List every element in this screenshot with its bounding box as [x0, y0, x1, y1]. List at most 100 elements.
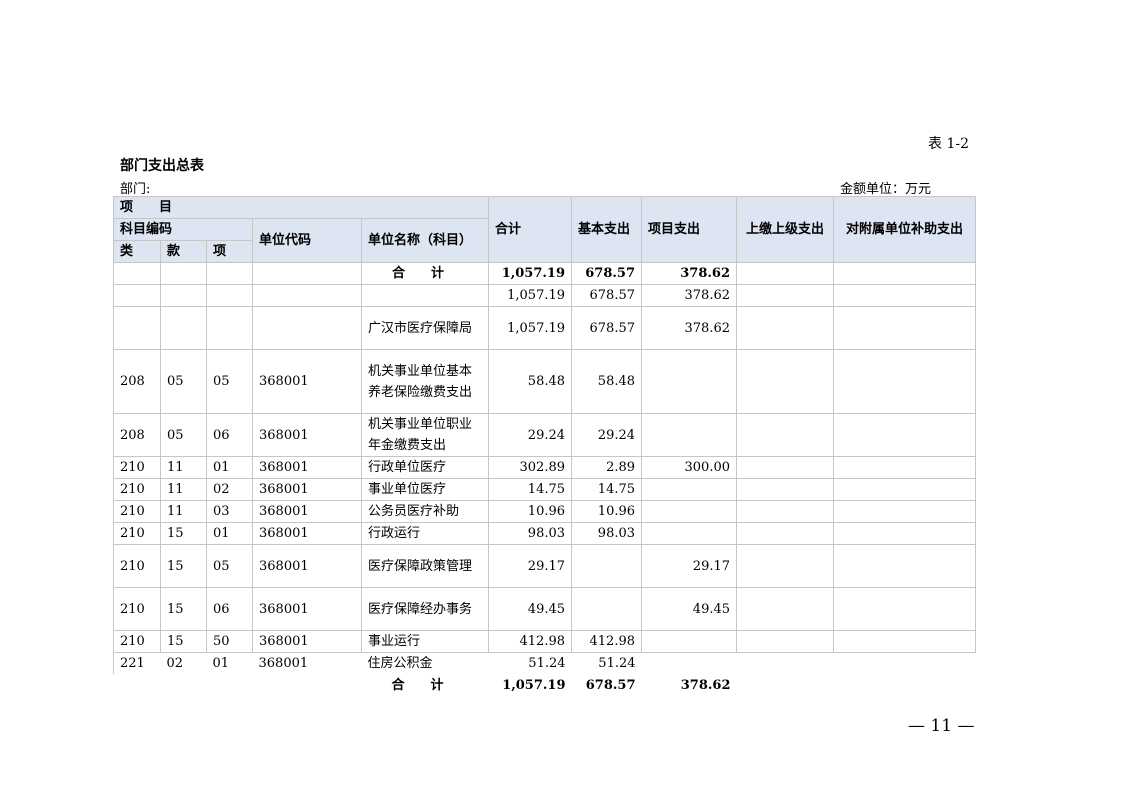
upper-cell: [736, 522, 835, 545]
total-cell: 1,057.19: [488, 306, 573, 350]
xiang-cell: 05: [206, 544, 253, 588]
header-total: 合计: [488, 196, 573, 263]
kuan-cell: 11: [160, 456, 207, 479]
total-cell: 10.96: [488, 500, 573, 523]
expenditure-table: 项 目 合计 基本支出 项目支出 上缴上级支出 对附属单位补助支出 科目编码 单…: [112, 196, 977, 696]
unit-name-cell: 行政单位医疗: [360, 456, 490, 479]
table-row: 210 11 03 368001 公务员医疗补助 10.96 10.96: [113, 500, 977, 523]
table-row: 208 05 05 368001 机关事业单位基本养老保险缴费支出 58.48 58.48: [113, 349, 977, 414]
document-title: 部门支出总表: [120, 158, 204, 174]
subsidy-cell: [833, 522, 977, 545]
subsidy-cell: [833, 630, 977, 653]
unit-name-cell: 住房公积金: [367, 656, 433, 671]
lei-cell: 210: [113, 544, 161, 588]
lei-cell: 208: [113, 349, 161, 414]
table-row: 208 05 06 368001 机关事业单位职业年金缴费支出 29.24 29.24: [113, 413, 977, 457]
lei-cell: 210: [113, 522, 161, 545]
kuan-cell: 05: [160, 413, 207, 457]
upper-cell: [736, 306, 835, 350]
total-cell: 98.03: [488, 522, 573, 545]
kuan-cell: 11: [160, 478, 207, 501]
proj-cell: [641, 500, 738, 523]
proj-cell: 29.17: [641, 544, 738, 588]
footer-basic: 678.57: [585, 677, 636, 693]
xiang-cell: 50: [206, 630, 253, 653]
total-cell: 58.48: [488, 349, 573, 414]
kuan-cell: 15: [160, 522, 207, 545]
footer-total: 1,057.19: [502, 677, 566, 693]
lei-cell: 210: [113, 587, 161, 631]
unit-name-cell: 行政运行: [360, 522, 490, 545]
subsidy-cell: [833, 306, 977, 350]
kuan-cell: 05: [160, 349, 207, 414]
header-xiang: 项: [206, 240, 253, 263]
xiang-cell: 01: [212, 656, 230, 671]
kuan-cell: [160, 306, 207, 350]
proj-cell: 49.45: [641, 587, 738, 631]
upper-cell: [736, 544, 835, 588]
xiang-cell: 05: [206, 349, 253, 414]
kuan-cell: 11: [160, 500, 207, 523]
unit-name-cell: 医疗保障经办事务: [360, 587, 490, 631]
basic-cell: 412.98: [571, 630, 643, 653]
header-subsidy: 对附属单位补助支出: [833, 196, 977, 263]
header-lei: 类: [113, 240, 161, 263]
xiang-cell: 01: [206, 456, 253, 479]
basic-cell: 98.03: [571, 522, 643, 545]
upper-cell: [736, 630, 835, 653]
total-cell: 49.45: [488, 587, 573, 631]
header-kuan: 款: [160, 240, 207, 263]
unit-code-cell: [252, 306, 362, 350]
unit-name-cell: 事业运行: [360, 630, 490, 653]
footer-total-row: 合 计 1,057.19 678.57 378.62: [114, 674, 976, 696]
basic-cell: 678.57: [571, 284, 643, 307]
unit-code-cell: 368001: [252, 349, 362, 414]
subsidy-cell: [833, 478, 977, 501]
xiang-cell: 06: [206, 587, 253, 631]
table-row: 210 15 05 368001 医疗保障政策管理 29.17 29.17: [113, 544, 977, 588]
summary-label: 合 计: [360, 262, 490, 285]
unit-name-cell: 机关事业单位基本养老保险缴费支出: [360, 349, 490, 414]
basic-cell: [571, 587, 643, 631]
unit-code-cell: 368001: [252, 478, 362, 501]
unit-code-cell: 368001: [252, 413, 362, 457]
upper-cell: [736, 478, 835, 501]
unit-code-cell: 368001: [252, 456, 362, 479]
footer-proj: 378.62: [680, 677, 731, 693]
unit-name-cell: [360, 284, 490, 307]
summary-proj: 378.62: [641, 262, 738, 285]
basic-cell: 10.96: [571, 500, 643, 523]
xiang-cell: 06: [206, 413, 253, 457]
lei-cell: [113, 284, 161, 307]
amount-unit-label: 金额单位：万元: [840, 182, 932, 197]
proj-cell: [641, 522, 738, 545]
total-cell: 29.17: [488, 544, 573, 588]
lei-cell: 210: [113, 500, 161, 523]
subsidy-cell: [833, 456, 977, 479]
lei-cell: 221: [113, 652, 161, 674]
xiang-cell: 03: [206, 500, 253, 523]
total-cell: 302.89: [488, 456, 573, 479]
lei-cell: [113, 306, 161, 350]
proj-cell: [641, 630, 738, 653]
lei-cell: 210: [113, 630, 161, 653]
department-label: 部门:: [120, 182, 151, 197]
basic-cell: 58.48: [571, 349, 643, 414]
header-unit-code: 单位代码: [252, 218, 362, 263]
header-project-expenditure: 项目支出: [641, 196, 738, 263]
header-project: 项 目: [112, 196, 490, 219]
subsidy-cell: [833, 413, 977, 457]
unit-code-cell: [252, 284, 362, 307]
header-basic: 基本支出: [571, 196, 643, 263]
basic-cell: [571, 544, 643, 588]
lei-cell: 208: [113, 413, 161, 457]
upper-cell: [736, 587, 835, 631]
subsidy-cell: [833, 587, 977, 631]
upper-cell: [736, 456, 835, 479]
summary-row: 合 计 1,057.19 678.57 378.62: [113, 262, 977, 285]
basic-cell: 678.57: [571, 306, 643, 350]
kuan-cell: 15: [160, 544, 207, 588]
upper-cell: [736, 284, 835, 307]
footer-total-label: 合 计: [391, 677, 444, 693]
xiang-cell: 01: [206, 522, 253, 545]
